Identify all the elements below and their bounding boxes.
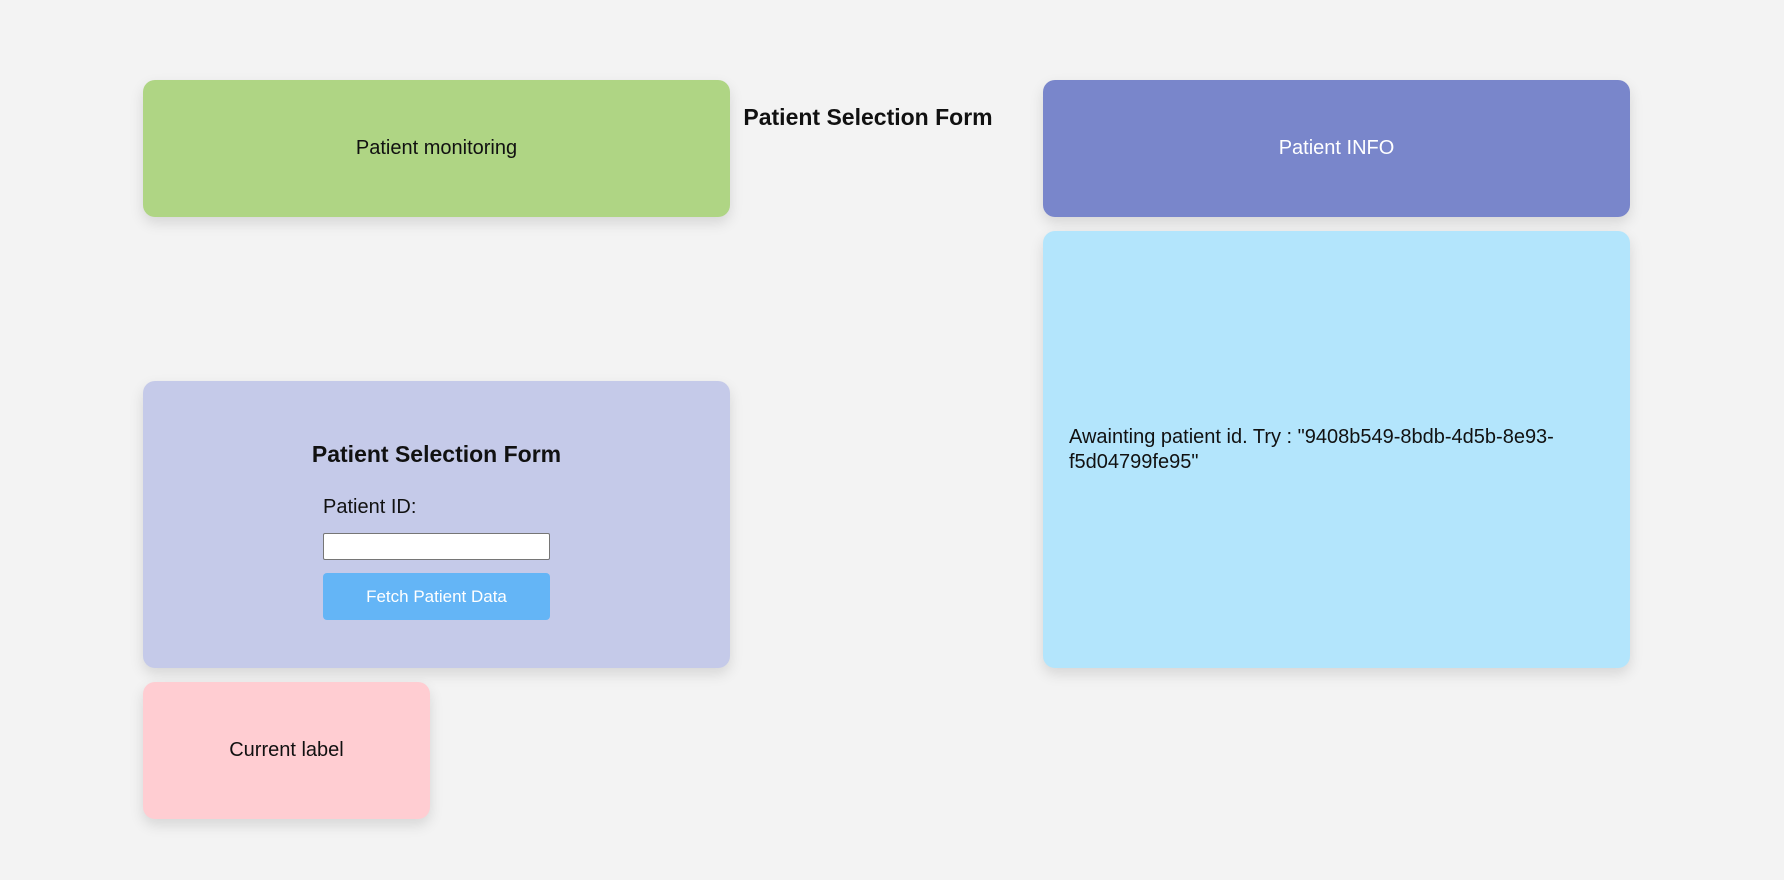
patient-id-input[interactable]: [323, 533, 550, 560]
page: Patient monitoring Patient Selection For…: [0, 0, 1784, 880]
current-label-card: Current label: [143, 682, 430, 819]
patient-monitoring-title: Patient monitoring: [355, 137, 518, 159]
patient-info-result-panel: Awainting patient id. Try : "9408b549-8b…: [1043, 231, 1630, 668]
patient-id-label: Patient ID:: [323, 496, 417, 518]
patient-selection-form: Patient Selection Form Patient ID: Fetch…: [143, 381, 730, 668]
fetch-patient-data-button[interactable]: Fetch Patient Data: [323, 573, 550, 620]
current-label-text: Current label: [229, 739, 344, 761]
page-title: Patient Selection Form: [743, 104, 993, 130]
patient-monitoring-card: Patient monitoring: [143, 80, 730, 217]
form-title: Patient Selection Form: [311, 441, 562, 467]
patient-info-title: Patient INFO: [1278, 137, 1395, 159]
patient-info-card: Patient INFO: [1043, 80, 1630, 217]
patient-info-message: Awainting patient id. Try : "9408b549-8b…: [1069, 425, 1554, 473]
